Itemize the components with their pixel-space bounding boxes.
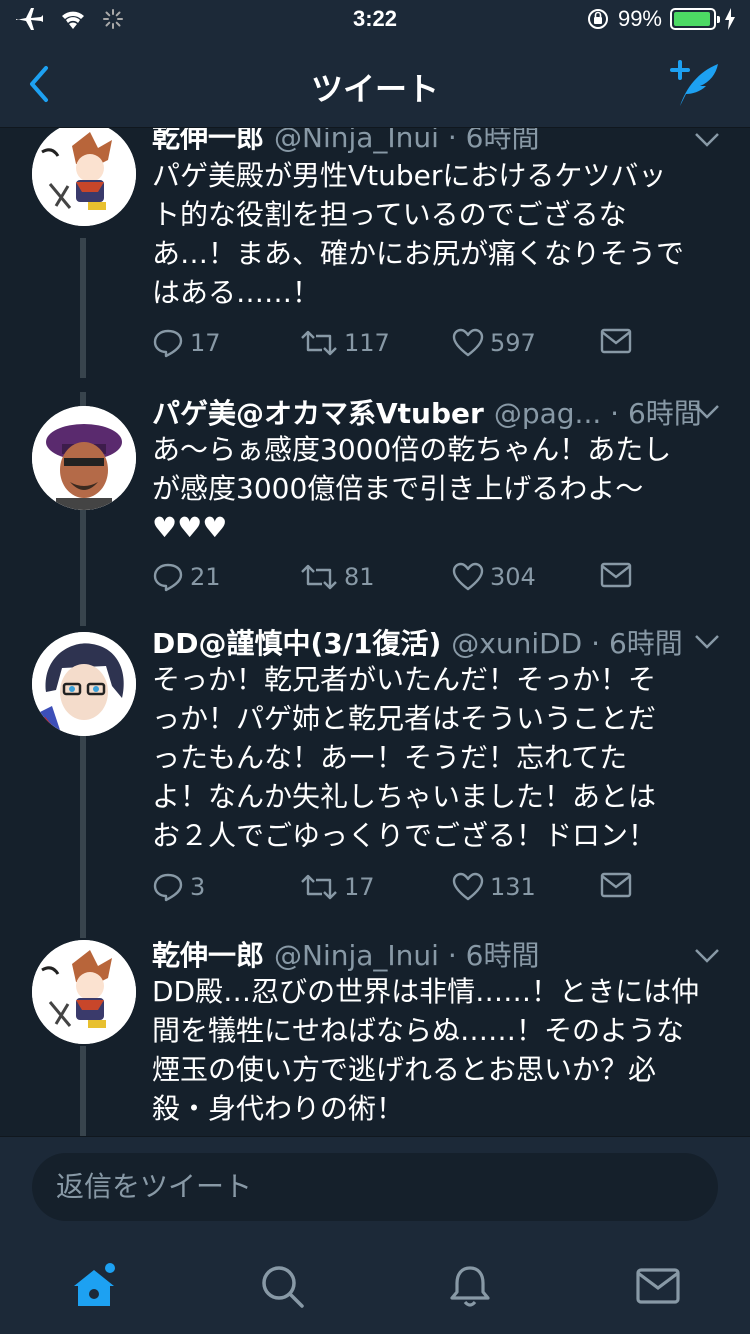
like-button[interactable]: 131 (452, 872, 536, 902)
thread-line (80, 510, 86, 626)
orientation-lock-icon (587, 9, 608, 29)
navigation-bar: ツイート (0, 40, 750, 128)
handle-and-time: @Ninja_Inui · 6時間 (274, 939, 540, 972)
tweet-text: そっか！乾兄者がいたんだ！そっか！そ っか！パゲ姉と乾兄者はそういうことだ った… (152, 663, 657, 852)
like-count: 304 (490, 563, 536, 591)
charging-bolt-icon (725, 8, 735, 30)
retweet-count: 81 (344, 563, 375, 591)
avatar[interactable] (32, 940, 136, 1044)
reply-count: 17 (190, 329, 221, 357)
reply-input[interactable]: 返信をツイート (32, 1153, 718, 1221)
chevron-down-icon[interactable] (694, 634, 720, 650)
reply-button[interactable]: 21 (152, 562, 221, 592)
tweet[interactable]: DD@謹慎中(3/1復活) @xuniDD · 6時間 そっか！乾兄者がいたんだ… (0, 626, 750, 938)
heart-icon (452, 872, 484, 901)
display-name[interactable]: 乾伸一郎 (152, 934, 264, 974)
reply-icon (153, 563, 183, 592)
chevron-down-icon[interactable] (694, 948, 720, 964)
tab-bar (0, 1240, 750, 1334)
home-icon[interactable] (70, 1262, 118, 1310)
page-title: ツイート (310, 70, 439, 108)
like-count: 597 (490, 329, 536, 357)
tweet-actions: 21 81 304 (152, 562, 632, 602)
display-name[interactable]: DD@謹慎中(3/1復活) (152, 622, 441, 662)
share-dm-button[interactable] (600, 872, 632, 898)
thread-line (80, 392, 86, 406)
retweet-button[interactable]: 117 (300, 328, 390, 358)
reply-icon (153, 873, 183, 902)
chevron-down-icon[interactable] (694, 404, 720, 420)
chevron-down-icon[interactable] (694, 132, 720, 148)
retweet-count: 17 (344, 873, 375, 901)
reply-count: 21 (190, 563, 221, 591)
avatar[interactable] (32, 128, 136, 226)
avatar[interactable] (32, 406, 136, 510)
handle-and-time: @pag... · 6時間 (493, 397, 702, 430)
tweet[interactable]: パゲ美@オカマ系Vtuber @pag... · 6時間 あ〜らぁ感度3000倍… (0, 392, 750, 626)
handle-and-time: @xuniDD · 6時間 (451, 627, 683, 660)
retweet-button[interactable]: 81 (300, 562, 375, 592)
heart-icon (452, 562, 484, 591)
retweet-icon (301, 330, 337, 356)
handle-and-time: @Ninja_Inui · 6時間 (274, 128, 540, 154)
tweet[interactable]: 乾伸一郎 @Ninja_Inui · 6時間 DD殿…忍びの世界は非情……！とき… (0, 938, 750, 1136)
retweet-icon (301, 564, 337, 590)
retweet-button[interactable]: 17 (300, 872, 375, 902)
retweet-count: 117 (344, 329, 390, 357)
reply-bar: 返信をツイート (0, 1136, 750, 1240)
search-icon[interactable] (258, 1262, 306, 1310)
battery-percent: 99% (617, 6, 662, 31)
reply-button[interactable]: 3 (152, 872, 205, 902)
envelope-icon (600, 562, 632, 588)
like-count: 131 (490, 873, 536, 901)
retweet-icon (301, 874, 337, 900)
heart-icon (452, 328, 484, 357)
share-dm-button[interactable] (600, 562, 632, 588)
messages-envelope-icon[interactable] (634, 1262, 682, 1310)
tweet-text: パゲ美殿が男性Vtuberにおけるケツバッ ト的な役割を担っているのでござるな … (152, 159, 685, 309)
display-name[interactable]: パゲ美@オカマ系Vtuber (152, 392, 484, 432)
reply-count: 3 (190, 873, 206, 901)
tweet-text: DD殿…忍びの世界は非情……！ときには仲 間を犠牲にせねばならぬ……！そのような… (152, 975, 700, 1125)
thread-line (80, 1046, 86, 1136)
share-dm-button[interactable] (600, 328, 632, 354)
reply-button[interactable]: 17 (152, 328, 221, 358)
envelope-icon (600, 328, 632, 354)
compose-tweet-icon[interactable] (668, 58, 722, 110)
notifications-bell-icon[interactable] (446, 1262, 494, 1310)
avatar[interactable] (32, 632, 136, 736)
thread-line (80, 238, 86, 378)
tweet-actions: 3 17 131 (152, 872, 632, 912)
envelope-icon (600, 872, 632, 898)
tweet-actions: 17 117 597 (152, 328, 632, 368)
tweet-text: あ〜らぁ感度3000倍の乾ちゃん！あたし が感度3000億倍まで引き上げるわよ〜… (152, 433, 672, 544)
battery-icon (670, 8, 720, 30)
tweet[interactable]: 乾伸一郎 @Ninja_Inui · 6時間 パゲ美殿が男性Vtuberにおける… (0, 128, 750, 378)
status-bar: 3:22 99% (0, 0, 750, 40)
conversation-thread: 乾伸一郎 @Ninja_Inui · 6時間 パゲ美殿が男性Vtuberにおける… (0, 128, 750, 1136)
display-name[interactable]: 乾伸一郎 (152, 128, 264, 156)
reply-icon (153, 329, 183, 358)
thread-line (80, 736, 86, 938)
like-button[interactable]: 597 (452, 328, 536, 358)
like-button[interactable]: 304 (452, 562, 536, 592)
